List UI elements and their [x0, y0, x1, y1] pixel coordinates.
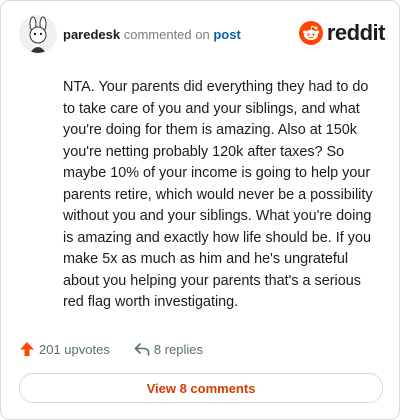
reddit-logo[interactable]: reddit: [298, 19, 386, 47]
comment-card: paredesk commented on post reddit NTA. Y…: [0, 0, 400, 420]
upvote-arrow-icon: [20, 342, 34, 356]
replies-count: 8 replies: [153, 341, 203, 357]
comment-body: NTA. Your parents did everything they ha…: [63, 79, 373, 310]
upvote-button[interactable]: 201 upvotes: [19, 341, 110, 357]
reddit-snoo-icon: [298, 21, 323, 45]
username-link[interactable]: paredesk: [63, 27, 120, 42]
view-comments-button[interactable]: View 8 comments: [19, 373, 383, 403]
comment-actions: 201 upvotes 8 replies: [19, 339, 203, 359]
reddit-wordmark: reddit: [326, 20, 386, 45]
reply-arrow-icon: [134, 343, 150, 356]
replies-button[interactable]: 8 replies: [134, 341, 203, 357]
upvote-count: 201 upvotes: [39, 341, 110, 357]
post-link[interactable]: post: [213, 27, 240, 42]
comment-header: paredesk commented on post reddit: [19, 15, 386, 55]
user-avatar[interactable]: [19, 15, 57, 53]
bunny-avatar-icon: [19, 15, 57, 53]
comment-action-text: commented on: [123, 27, 210, 42]
comment-meta: paredesk commented on post: [63, 27, 241, 42]
